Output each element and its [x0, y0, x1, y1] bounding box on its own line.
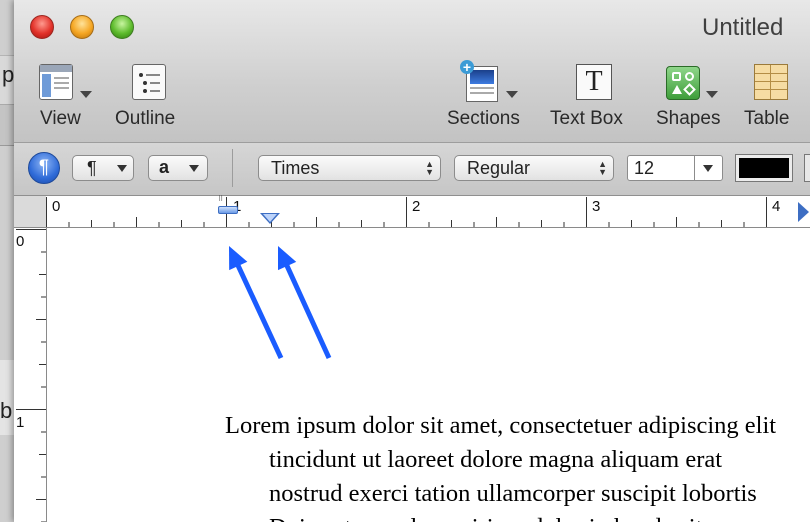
annotation-arrows [229, 246, 332, 360]
annotation-arrow-shaft [232, 257, 284, 360]
annotation-arrow-shaft [281, 257, 332, 360]
